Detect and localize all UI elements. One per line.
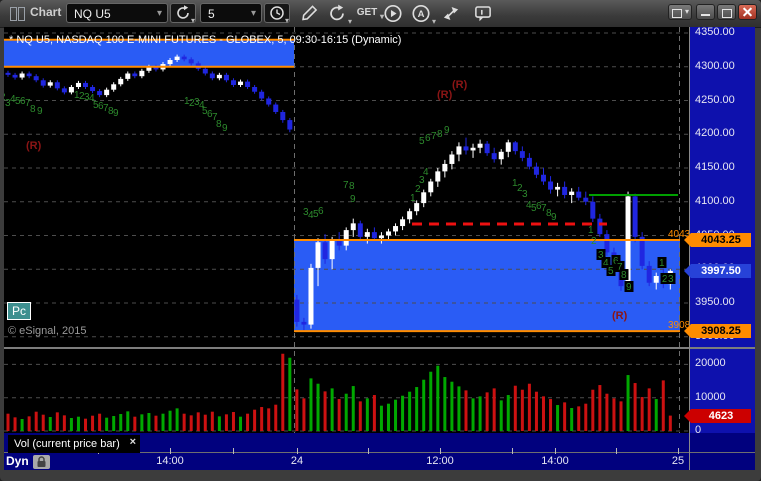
svg-text:(R): (R) <box>26 140 42 152</box>
svg-text:8: 8 <box>621 270 627 281</box>
svg-text:8: 8 <box>437 129 443 140</box>
dynamic-mode-label[interactable]: Dyn <box>6 454 29 468</box>
svg-text:3: 3 <box>522 189 528 200</box>
panes-icon <box>10 7 26 21</box>
volume-axis-label: 20000 <box>695 357 726 370</box>
time-axis-label: 24 <box>290 455 304 467</box>
copyright-watermark: © eSignal, 2015 <box>8 325 87 337</box>
restore-button[interactable] <box>668 4 692 20</box>
svg-text:9: 9 <box>626 282 632 293</box>
resistance-price-tag: 4043.25 <box>684 233 751 247</box>
time-axis-tick <box>440 448 441 454</box>
lock-icon[interactable] <box>33 455 50 469</box>
get-data-icon: GET <box>356 7 378 18</box>
play-button[interactable] <box>380 4 406 24</box>
price-axis-label: 4150.00 <box>695 161 735 173</box>
time-axis-minor-tick <box>512 448 513 454</box>
svg-text:A: A <box>418 9 425 20</box>
svg-text:1: 1 <box>659 258 665 269</box>
price-zones <box>4 39 680 332</box>
symbol-dropdown[interactable]: NQ U5 <box>66 3 168 24</box>
draw-tool-button[interactable] <box>296 4 322 24</box>
volume-tab-label: Vol (current price bar) <box>14 438 120 450</box>
refresh-button[interactable] <box>324 4 352 26</box>
maximize-icon <box>722 9 732 18</box>
time-axis-minor-tick <box>368 448 369 454</box>
time-axis-label: 25 <box>671 455 685 467</box>
interval-dropdown[interactable]: 5 <box>200 3 262 24</box>
time-axis-minor-tick <box>233 448 234 454</box>
tab-close-icon[interactable]: × <box>130 433 136 451</box>
support-price-tag: 3908.25 <box>684 324 751 338</box>
chart-window: Chart NQ U5 5 GET <box>0 0 761 481</box>
svg-text:9: 9 <box>222 123 228 134</box>
svg-text:4: 4 <box>423 167 429 178</box>
play-icon <box>380 4 406 23</box>
transfer-button[interactable] <box>438 4 464 24</box>
svg-text:(R): (R) <box>437 89 453 101</box>
tab-volume-study[interactable]: Vol (current price bar) × <box>8 435 140 453</box>
minimize-icon <box>701 14 710 16</box>
interval-time-button[interactable] <box>264 3 290 26</box>
price-axis-label: 4200.00 <box>695 127 735 140</box>
svg-text:(R): (R) <box>452 79 468 91</box>
svg-text:2: 2 <box>591 236 597 247</box>
svg-text:9: 9 <box>551 212 557 223</box>
refresh-icon <box>324 4 350 23</box>
svg-text:9: 9 <box>37 106 43 117</box>
close-button[interactable] <box>738 4 757 20</box>
study-badge[interactable]: Pc <box>7 302 32 320</box>
volume-axis-label: 10000 <box>695 390 726 403</box>
time-axis-minor-tick <box>616 448 617 454</box>
svg-text:6: 6 <box>318 206 324 217</box>
window-title: Chart <box>30 5 62 19</box>
last-price-tag: 3997.50 <box>684 264 751 278</box>
auto-a-icon: A <box>408 4 434 23</box>
time-axis-label: 14:00 <box>156 455 184 467</box>
price-axis-label: 4100.00 <box>695 194 735 207</box>
time-axis-tick <box>297 448 298 454</box>
toolbar: Chart NQ U5 5 GET <box>0 0 761 28</box>
price-axis-label: 3950.00 <box>695 296 735 308</box>
clock-icon <box>265 6 289 26</box>
volume-bars <box>6 353 672 431</box>
time-axis-tick <box>555 448 556 454</box>
symbol-value: NQ U5 <box>74 7 111 21</box>
svg-text:9: 9 <box>350 194 356 205</box>
svg-text:9: 9 <box>113 108 119 119</box>
svg-text:8: 8 <box>349 181 355 192</box>
get-data-button[interactable]: GET <box>352 4 384 26</box>
chart-title: * NQ U5, NASDAQ 100 E-MINI FUTURES - GLO… <box>9 34 402 46</box>
price-axis-label: 4300.00 <box>695 59 735 72</box>
minimize-button[interactable] <box>696 4 715 20</box>
time-axis-tick <box>678 448 679 454</box>
price-axis-label: 4350.00 <box>695 26 735 38</box>
price-axis-label: 4250.00 <box>695 93 735 106</box>
interval-value: 5 <box>208 7 215 21</box>
time-axis-label: 12:00 <box>426 455 454 467</box>
restore-icon <box>672 9 682 18</box>
price-volume-chart[interactable]: 4043.253908.2523456789123456789123456789… <box>4 27 690 433</box>
svg-text:9: 9 <box>444 125 450 136</box>
svg-text:5: 5 <box>608 266 614 277</box>
symbol-settings-icon <box>171 5 195 26</box>
maximize-button[interactable] <box>717 4 736 20</box>
svg-text:8: 8 <box>30 104 36 115</box>
comment-bubble-icon <box>470 4 496 23</box>
axis-separator <box>689 27 690 470</box>
symbol-settings-button[interactable] <box>170 3 196 26</box>
auto-button[interactable]: A <box>408 4 436 26</box>
current-volume-tag: 4623 <box>684 409 751 423</box>
volume-axis-label: 0 <box>695 424 702 436</box>
transfer-arrows-icon <box>438 4 464 23</box>
svg-text:(R): (R) <box>612 310 628 322</box>
svg-text:3: 3 <box>668 274 674 285</box>
comment-button[interactable] <box>470 4 496 24</box>
svg-text:1: 1 <box>588 225 594 236</box>
pencil-icon <box>296 4 322 23</box>
time-axis-label: 14:00 <box>541 455 569 467</box>
pane-separator[interactable] <box>4 347 755 349</box>
time-axis-tick <box>170 448 171 454</box>
